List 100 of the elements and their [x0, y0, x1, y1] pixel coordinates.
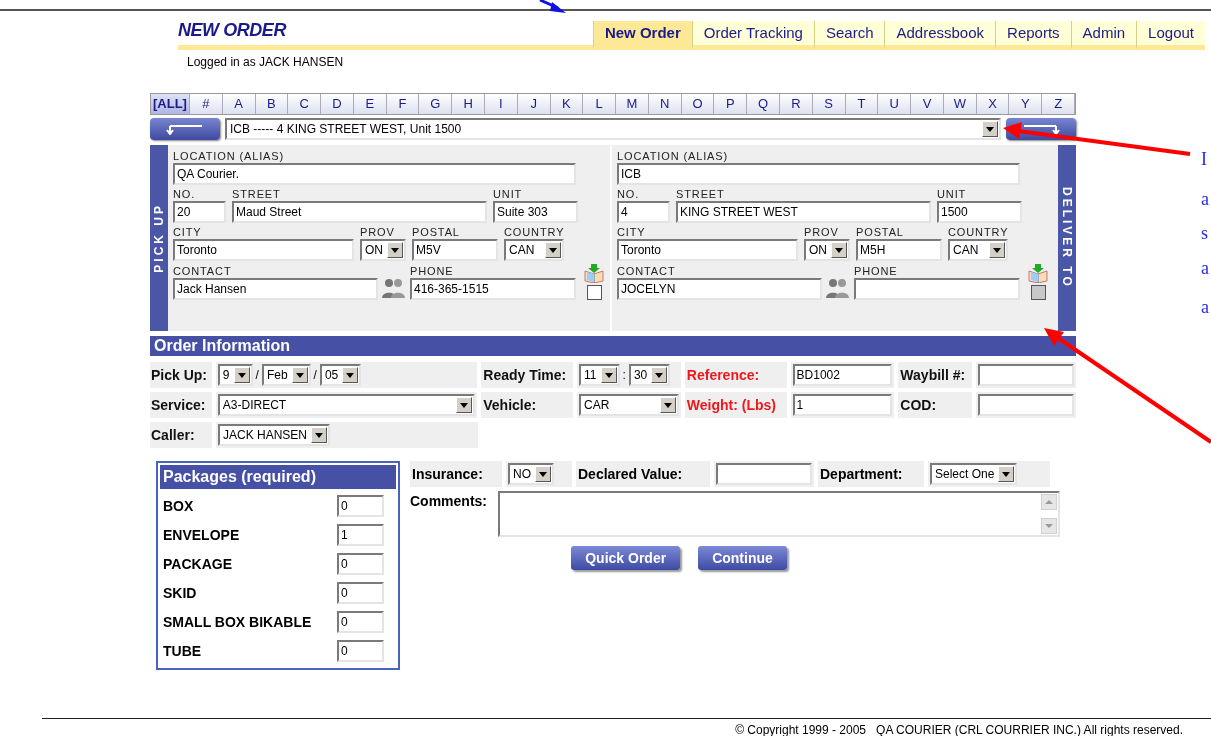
checkbox[interactable]: [586, 285, 602, 300]
separator: :: [621, 367, 627, 384]
letter-filter[interactable]: U: [878, 94, 912, 114]
letter-filter[interactable]: M: [616, 94, 649, 114]
letter-filter[interactable]: I: [484, 94, 518, 114]
letter-filter[interactable]: A: [222, 94, 256, 114]
scroll-down-icon[interactable]: [1041, 518, 1057, 534]
nav-tab[interactable]: Admin: [1070, 21, 1137, 50]
text-field[interactable]: QA Courier.: [173, 163, 576, 185]
caret-icon: [651, 367, 668, 383]
scroll-up-icon[interactable]: [1041, 494, 1057, 510]
people-icon[interactable]: [825, 277, 851, 299]
letter-filter[interactable]: S: [812, 94, 846, 114]
dropdown[interactable]: CAN: [504, 239, 565, 261]
nav-tab[interactable]: Addressbook: [884, 21, 996, 50]
quantity-field[interactable]: 0: [337, 582, 384, 604]
field-label: NO.: [617, 187, 641, 201]
dropdown[interactable]: JACK HANSEN: [218, 424, 331, 446]
letter-filter[interactable]: H: [452, 94, 485, 114]
address-book-icon[interactable]: [1027, 263, 1049, 283]
login-status: Logged in as JACK HANSEN: [187, 54, 345, 71]
field-label: Declared Value:: [578, 464, 683, 484]
dropdown[interactable]: ON: [360, 239, 406, 261]
letter-filter[interactable]: B: [255, 94, 289, 114]
dropdown[interactable]: 30: [628, 364, 671, 386]
letter-filter[interactable]: O: [681, 94, 715, 114]
letter-filter[interactable]: [ALL]: [151, 94, 190, 114]
letter-filter[interactable]: P: [714, 94, 748, 114]
quantity-field[interactable]: 0: [337, 640, 384, 662]
field-label: PROV: [804, 225, 840, 239]
letter-filter[interactable]: R: [780, 94, 813, 114]
nav-tab[interactable]: Logout: [1136, 21, 1205, 50]
letter-filter[interactable]: #: [189, 94, 223, 114]
letter-filter[interactable]: N: [648, 94, 682, 114]
text-field[interactable]: 20: [173, 201, 226, 223]
text-field[interactable]: Suite 303: [493, 201, 578, 223]
field-label: PHONE: [410, 264, 455, 278]
letter-filter[interactable]: J: [517, 94, 551, 114]
caret-icon: [600, 367, 617, 383]
text-field[interactable]: [978, 364, 1074, 386]
letter-filter[interactable]: V: [911, 94, 944, 114]
letter-filter[interactable]: Y: [1009, 94, 1043, 114]
letter-filter[interactable]: X: [976, 94, 1010, 114]
caret-icon: [982, 121, 998, 137]
nav-tab[interactable]: New Order: [592, 21, 692, 50]
text-field[interactable]: Jack Hansen: [173, 278, 378, 300]
caret-icon: [311, 427, 328, 443]
dropdown[interactable]: 05: [319, 364, 362, 386]
package-label: ENVELOPE: [163, 525, 241, 545]
text-field[interactable]: M5V: [412, 239, 498, 261]
caret-icon: [545, 242, 562, 258]
field-label: POSTAL: [412, 225, 461, 239]
action-button[interactable]: Quick Order: [571, 546, 681, 570]
field-label: STREET: [232, 187, 282, 201]
text-field[interactable]: 1: [792, 394, 893, 416]
letter-filter[interactable]: G: [419, 94, 453, 114]
text-field[interactable]: 416-365-1515: [410, 278, 576, 300]
letter-filter[interactable]: L: [583, 94, 617, 114]
text-field[interactable]: [716, 463, 812, 485]
letter-filter[interactable]: Z: [1042, 94, 1076, 114]
comments-field[interactable]: [498, 491, 1060, 537]
text-field[interactable]: [854, 278, 1020, 300]
address-dropdown[interactable]: ICB ----- 4 KING STREET WEST, Unit 1500: [225, 118, 1001, 140]
dropdown[interactable]: A3-DIRECT: [217, 394, 476, 416]
caret-icon: [659, 397, 676, 413]
dropdown[interactable]: 11: [579, 364, 620, 386]
field-label: Comments:: [410, 492, 488, 511]
quantity-field[interactable]: 0: [337, 495, 384, 517]
dropdown[interactable]: NO: [508, 463, 554, 485]
field-label: PROV: [360, 225, 396, 239]
dropdown[interactable]: Select One: [930, 463, 1018, 485]
action-button[interactable]: Continue: [698, 546, 787, 570]
quantity-field[interactable]: 0: [337, 611, 384, 633]
letter-filter[interactable]: Q: [747, 94, 780, 114]
quantity-field[interactable]: 0: [337, 553, 384, 575]
letter-filter[interactable]: W: [943, 94, 977, 114]
quantity-field[interactable]: 1: [337, 524, 384, 546]
people-icon[interactable]: [381, 277, 407, 299]
nav-tab[interactable]: Reports: [995, 21, 1071, 50]
text-field[interactable]: [978, 394, 1074, 416]
dropdown[interactable]: 9: [217, 364, 253, 386]
letter-filter[interactable]: T: [845, 94, 879, 114]
dropdown[interactable]: Feb: [261, 364, 311, 386]
side-label: DELIVER TO: [1059, 187, 1075, 289]
package-label: BOX: [163, 496, 195, 516]
text-field[interactable]: Maud Street: [232, 201, 487, 223]
text-field[interactable]: BD1002: [792, 364, 893, 386]
section-header: Order Information: [150, 336, 1076, 356]
letter-filter[interactable]: K: [550, 94, 584, 114]
nav-tab[interactable]: Search: [813, 21, 885, 50]
letter-filter[interactable]: F: [386, 94, 420, 114]
letter-filter[interactable]: E: [353, 94, 387, 114]
text-field[interactable]: Toronto: [173, 239, 354, 261]
back-button[interactable]: [150, 118, 220, 140]
nav-tab[interactable]: Order Tracking: [691, 21, 814, 50]
dropdown[interactable]: CAR: [579, 394, 679, 416]
letter-filter[interactable]: D: [321, 94, 354, 114]
package-label: TUBE: [163, 641, 203, 661]
annotation-text: a: [1201, 257, 1209, 279]
letter-filter[interactable]: C: [288, 94, 322, 114]
